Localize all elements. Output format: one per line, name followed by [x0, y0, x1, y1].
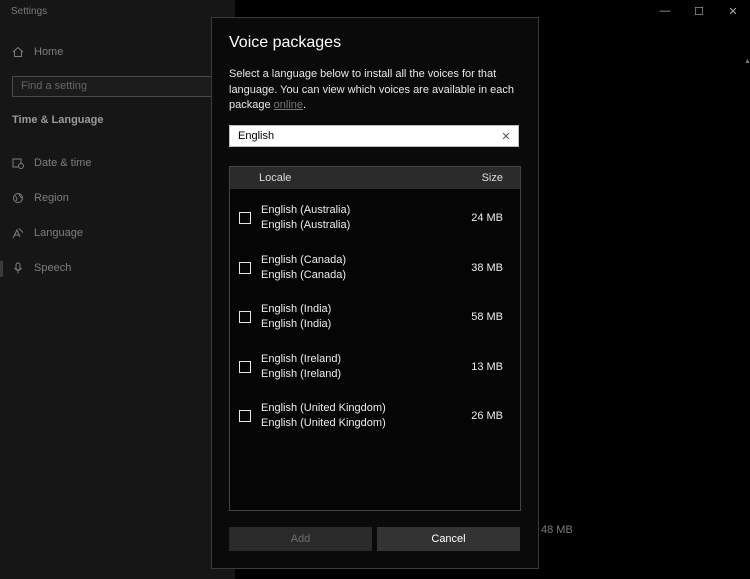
package-name: English (Ireland) — [261, 353, 342, 365]
package-size: 58 MB — [471, 311, 503, 323]
description-end: . — [303, 99, 307, 111]
package-size: 24 MB — [471, 212, 503, 224]
package-checkbox[interactable] — [239, 311, 251, 323]
sidebar-item-region[interactable]: Region — [12, 192, 69, 204]
sidebar-item-language[interactable]: Language — [12, 227, 83, 239]
home-icon — [12, 46, 24, 58]
package-name: English (India) — [261, 303, 332, 315]
sidebar-item-label: Speech — [34, 262, 72, 274]
maximize-button[interactable]: ☐ — [682, 0, 716, 22]
voice-packages-dialog: Voice packages Select a language below t… — [211, 17, 539, 569]
list-item[interactable]: English (India) English (India) 58 MB — [230, 303, 520, 343]
package-checkbox[interactable] — [239, 262, 251, 274]
language-filter-input[interactable] — [238, 130, 500, 142]
settings-search-input[interactable]: Find a setting — [12, 76, 220, 97]
globe-icon — [12, 192, 24, 204]
sidebar-item-label: Region — [34, 192, 69, 204]
package-checkbox[interactable] — [239, 212, 251, 224]
search-placeholder: Find a setting — [21, 80, 88, 92]
clear-icon[interactable]: ✕ — [500, 130, 512, 143]
app-title: Settings — [11, 6, 48, 17]
minimize-icon: — — [659, 5, 671, 17]
background-size-text: 48 MB — [541, 524, 573, 536]
language-filter-field[interactable]: ✕ — [229, 125, 519, 147]
package-checkbox[interactable] — [239, 361, 251, 373]
dialog-title: Voice packages — [229, 34, 342, 51]
dialog-description: Select a language below to install all t… — [229, 67, 529, 114]
microphone-icon — [12, 262, 24, 274]
column-header-locale[interactable]: Locale — [259, 172, 291, 184]
column-header-size[interactable]: Size — [482, 172, 503, 184]
package-name: English (Australia) — [261, 204, 351, 216]
package-subname: English (Australia) — [261, 219, 351, 231]
cancel-button[interactable]: Cancel — [377, 527, 520, 551]
description-text: Select a language below to install all t… — [229, 68, 514, 111]
package-subname: English (Ireland) — [261, 368, 342, 380]
package-name: English (Canada) — [261, 254, 346, 266]
active-indicator — [0, 261, 3, 277]
list-header: Locale Size — [230, 167, 520, 189]
package-checkbox[interactable] — [239, 410, 251, 422]
window-controls: — ☐ ✕ — [648, 0, 750, 22]
calendar-clock-icon — [12, 157, 24, 169]
language-icon — [12, 227, 24, 239]
sidebar-item-label: Language — [34, 227, 83, 239]
scroll-up-icon[interactable]: ▲ — [744, 58, 750, 65]
settings-sidebar: Settings Home Find a setting Time & Lang… — [0, 0, 235, 579]
package-size: 38 MB — [471, 262, 503, 274]
minimize-button[interactable]: — — [648, 0, 682, 22]
package-size: 26 MB — [471, 410, 503, 422]
close-icon: ✕ — [728, 5, 738, 18]
online-link[interactable]: online — [274, 99, 303, 111]
list-item[interactable]: English (Canada) English (Canada) 38 MB — [230, 254, 520, 294]
add-button[interactable]: Add — [229, 527, 372, 551]
sidebar-item-date-time[interactable]: Date & time — [12, 157, 91, 169]
sidebar-item-label: Date & time — [34, 157, 92, 169]
section-heading: Time & Language — [12, 114, 104, 126]
voice-package-list: Locale Size English (Australia) English … — [229, 166, 521, 511]
package-subname: English (United Kingdom) — [261, 417, 386, 429]
close-window-button[interactable]: ✕ — [716, 0, 750, 22]
package-name: English (United Kingdom) — [261, 402, 386, 414]
sidebar-item-speech[interactable]: Speech — [12, 262, 71, 274]
package-size: 13 MB — [471, 361, 503, 373]
maximize-icon: ☐ — [694, 5, 704, 18]
list-item[interactable]: English (United Kingdom) English (United… — [230, 402, 520, 442]
package-subname: English (India) — [261, 318, 332, 330]
list-item[interactable]: English (Ireland) English (Ireland) 13 M… — [230, 353, 520, 393]
nav-home-label: Home — [34, 46, 64, 58]
nav-home[interactable]: Home — [12, 46, 63, 58]
package-subname: English (Canada) — [261, 269, 346, 281]
list-item[interactable]: English (Australia) English (Australia) … — [230, 204, 520, 244]
